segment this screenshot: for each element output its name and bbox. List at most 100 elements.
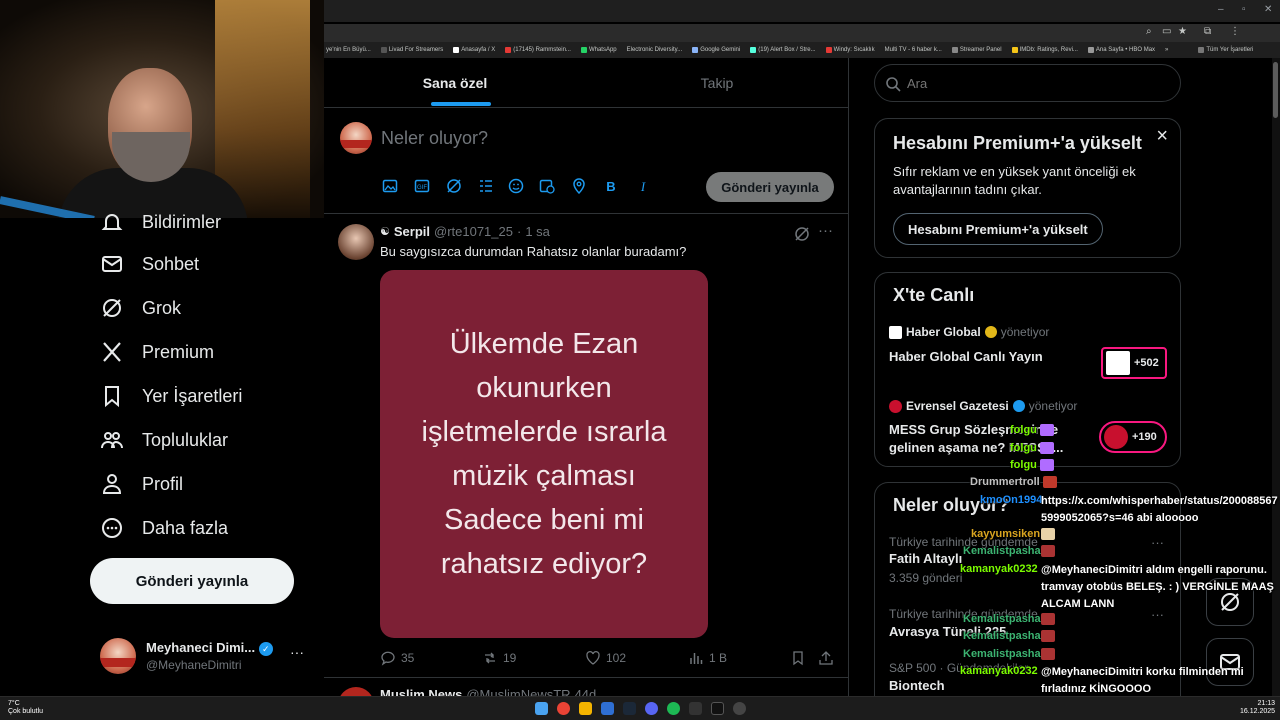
tab-for-you[interactable]: Sana özel: [324, 58, 586, 108]
close-window-icon[interactable]: ✕: [1264, 4, 1272, 15]
emoji-icon[interactable]: [508, 178, 524, 194]
clock[interactable]: 21:13 16.12.2025: [1240, 700, 1275, 716]
reply-button[interactable]: 35: [380, 650, 414, 666]
live-item-title[interactable]: Haber Global Canlı Yayın: [889, 349, 1043, 364]
tweet[interactable]: Muslim News @MuslimNewsTR 44d: [324, 679, 848, 696]
location-icon[interactable]: [571, 178, 587, 194]
epic-games-icon[interactable]: [689, 702, 702, 715]
bookmark-item[interactable]: (19) Alert Box / Stre...: [750, 47, 816, 53]
discord-icon[interactable]: [645, 702, 658, 715]
bookmark-item[interactable]: Ana Sayfa • HBO Max: [1087, 47, 1155, 53]
trend-name[interactable]: Fatih Altaylı: [889, 551, 962, 566]
bookmark-item[interactable]: Livad For Streamers: [380, 47, 443, 53]
grok-icon[interactable]: [446, 178, 462, 194]
trend-name[interactable]: Biontech: [889, 678, 945, 693]
bookmark-item[interactable]: Electronic Diversity...: [627, 47, 683, 53]
like-button[interactable]: 102: [585, 650, 626, 666]
tweet-author-name[interactable]: Serpil: [394, 224, 430, 239]
repost-button[interactable]: 19: [482, 650, 516, 666]
menu-icon[interactable]: ⋮: [1230, 26, 1240, 37]
scrollbar-track[interactable]: [1272, 58, 1280, 696]
tweet-author-handle[interactable]: @MuslimNewsTR: [466, 687, 570, 696]
obs-icon[interactable]: [733, 702, 746, 715]
grok-fab[interactable]: [1206, 578, 1254, 626]
bookmark-icon[interactable]: [790, 650, 806, 666]
live-listeners-badge[interactable]: +190: [1099, 421, 1167, 453]
scrollbar-thumb[interactable]: [1273, 62, 1278, 118]
profile-more-icon[interactable]: ···: [290, 644, 304, 660]
bookmark-item[interactable]: Streamer Panel: [951, 47, 1002, 53]
file-explorer-icon[interactable]: [579, 702, 592, 715]
trend-more-icon[interactable]: ···: [1151, 535, 1164, 550]
tweet-time[interactable]: 1 sa: [525, 224, 550, 239]
trend-name[interactable]: Avrasya Tüneli 225: [889, 624, 1006, 639]
nav-item-profile[interactable]: Profil: [100, 466, 183, 502]
start-icon[interactable]: [535, 702, 548, 715]
live-item-title[interactable]: MESS Grup Sözleşmesinde gelinen aşama ne…: [889, 421, 1089, 457]
maximize-icon[interactable]: ▫: [1242, 4, 1246, 15]
bookmark-item[interactable]: ye'nin En Büyü...: [326, 47, 371, 53]
all-bookmarks[interactable]: Tüm Yer İşaretleri: [1198, 47, 1253, 53]
bookmark-item[interactable]: IMDb: Ratings, Revi...: [1011, 47, 1078, 53]
italic-icon[interactable]: I: [635, 178, 651, 194]
more-circle-icon: [102, 518, 122, 538]
image-icon[interactable]: [382, 178, 398, 194]
account-switcher[interactable]: Meyhaneci Dimi... ✓ @MeyhaneDimitri ···: [100, 636, 320, 680]
nav-item-grok[interactable]: Grok: [100, 290, 181, 326]
extensions-icon[interactable]: ⧉: [1204, 26, 1211, 37]
bookmark-item[interactable]: WhatsApp: [580, 47, 617, 53]
tweet-media-image[interactable]: Ülkemde Ezan okunurken işletmelerde ısra…: [380, 270, 708, 638]
spotify-icon[interactable]: [667, 702, 680, 715]
tab-following[interactable]: Takip: [586, 58, 848, 108]
bookmark-item[interactable]: (17145) Rammstein...: [505, 47, 571, 53]
compose-input[interactable]: Neler oluyor?: [381, 128, 488, 149]
steam-icon[interactable]: [623, 702, 636, 715]
live-item-host[interactable]: Haber Global yönetiyor: [889, 325, 1049, 339]
minimize-icon[interactable]: –: [1218, 4, 1224, 15]
tweet-more-icon[interactable]: ···: [818, 222, 833, 239]
bookmark-item[interactable]: Multi TV - 6 haber k...: [885, 47, 942, 53]
nav-item-chat[interactable]: Sohbet: [100, 246, 199, 282]
views-button[interactable]: 1 B: [688, 650, 727, 666]
bold-icon[interactable]: B: [603, 178, 619, 194]
messages-fab[interactable]: [1206, 638, 1254, 686]
nav-item-notifications[interactable]: Bildirimler: [100, 204, 221, 240]
grok-explain-icon[interactable]: [794, 226, 810, 242]
tweet-avatar[interactable]: [338, 224, 374, 260]
bookmark-item[interactable]: Google Gemini: [692, 47, 740, 53]
search-box[interactable]: [874, 64, 1181, 102]
trend-more-icon[interactable]: ···: [1151, 607, 1164, 622]
nav-item-bookmarks[interactable]: Yer İşaretleri: [100, 378, 242, 414]
bookmarks-more[interactable]: »: [1165, 47, 1168, 53]
tweet[interactable]: ☯ Serpil @rte1071_25 · 1 sa ··· Bu saygı…: [324, 214, 848, 678]
live-listeners-badge[interactable]: +502: [1101, 347, 1167, 379]
app-icon[interactable]: [601, 702, 614, 715]
bookmark-item[interactable]: Anasayfa / X: [453, 47, 495, 53]
app-icon[interactable]: [711, 702, 724, 715]
premium-upgrade-button[interactable]: Hesabını Premium+'a yükselt: [893, 213, 1103, 245]
chrome-icon[interactable]: [557, 702, 570, 715]
address-bar[interactable]: ⌕ ▭ ★ ⧉ ⋮: [324, 24, 1280, 42]
tweet-time[interactable]: 44d: [575, 687, 597, 696]
bookmark-item[interactable]: Windy: Sıcaklık: [825, 47, 875, 53]
live-item-host[interactable]: Evrensel Gazetesi yönetiyor: [889, 399, 1077, 413]
schedule-icon[interactable]: [539, 178, 555, 194]
nav-item-communities[interactable]: Topluluklar: [100, 422, 228, 458]
compose-post-button[interactable]: Gönderi yayınla: [706, 172, 834, 202]
close-icon[interactable]: ×: [1156, 125, 1168, 148]
search-icon[interactable]: ⌕: [1146, 26, 1152, 37]
tweet-author-handle[interactable]: @rte1071_25: [434, 224, 513, 239]
tweet-avatar[interactable]: [338, 687, 374, 696]
cast-icon[interactable]: ▭: [1162, 26, 1171, 37]
share-icon[interactable]: [818, 650, 834, 666]
poll-icon[interactable]: [478, 178, 494, 194]
gif-icon[interactable]: GIF: [414, 178, 430, 194]
nav-item-premium[interactable]: Premium: [100, 334, 214, 370]
heart-icon: [586, 651, 600, 665]
search-input[interactable]: [907, 74, 1167, 92]
weather-widget[interactable]: 7°C Çok bulutlu: [8, 700, 43, 716]
post-button[interactable]: Gönderi yayınla: [90, 558, 294, 604]
tweet-author-name[interactable]: Muslim News: [380, 687, 462, 696]
nav-item-more[interactable]: Daha fazla: [100, 510, 228, 546]
star-icon[interactable]: ★: [1178, 26, 1187, 37]
